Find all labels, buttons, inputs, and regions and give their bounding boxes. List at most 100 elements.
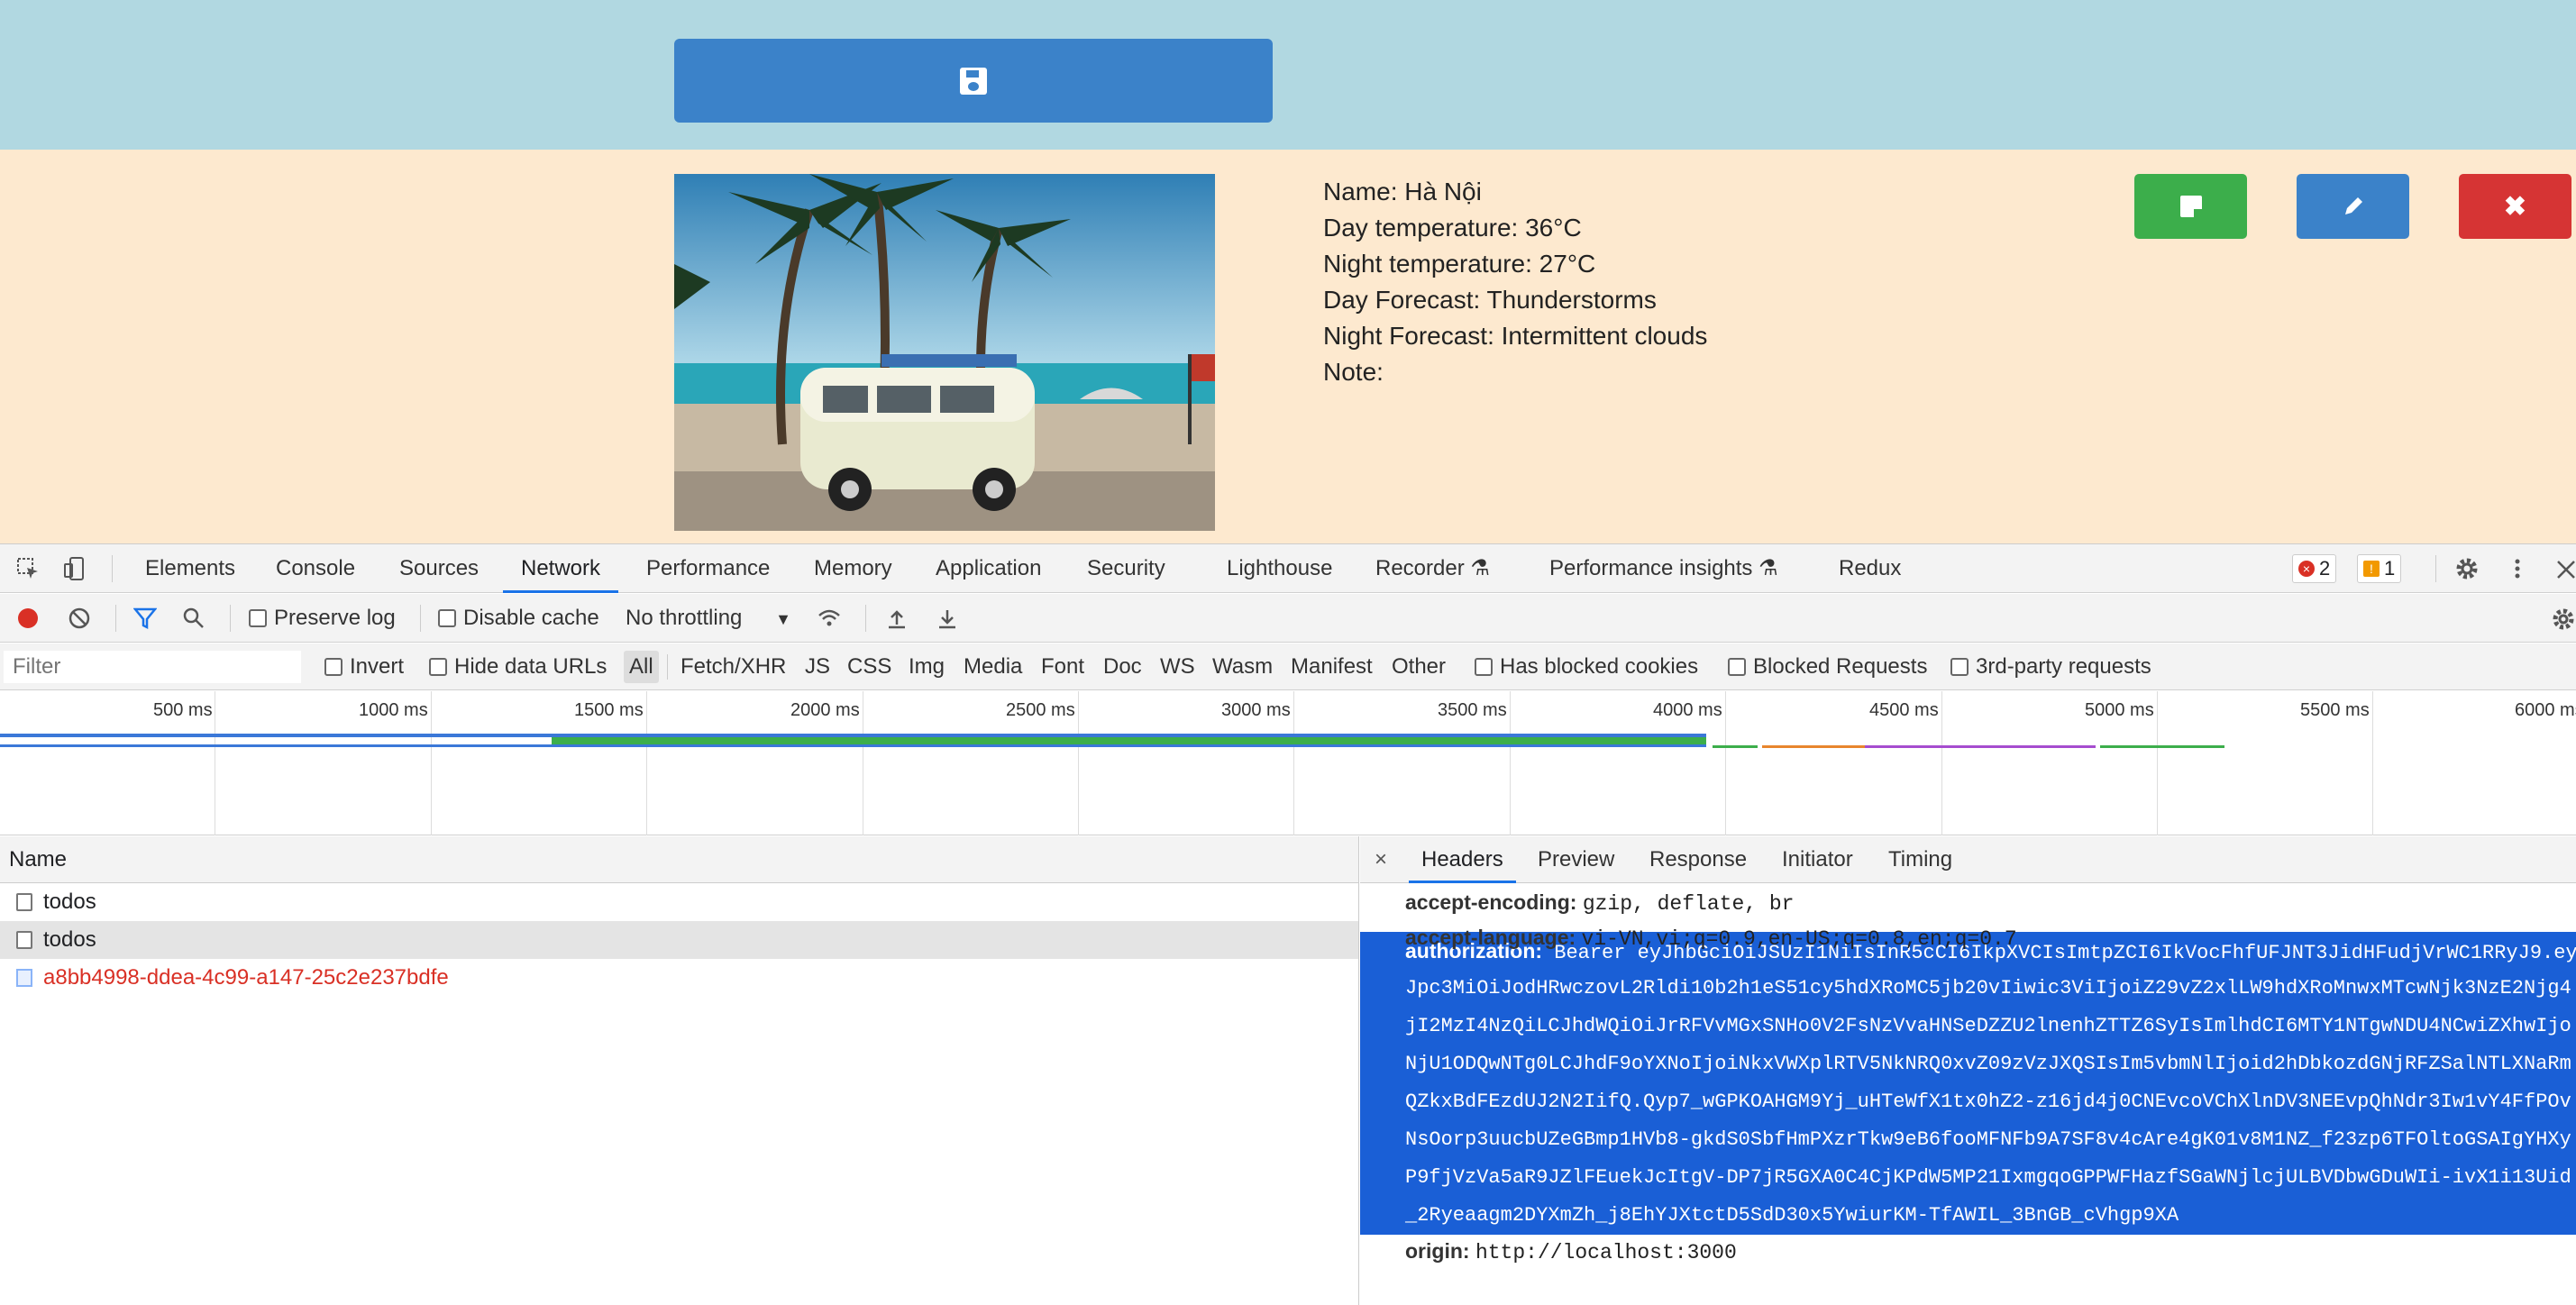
invert-label: Invert [350,654,405,679]
tick-label: 500 ms [153,700,213,720]
filter-type-css[interactable]: CSS [847,643,891,690]
third-party-requests-checkbox[interactable]: 3rd-party requests [1950,643,2151,690]
filter-input[interactable] [4,651,301,683]
checkbox[interactable] [438,609,456,627]
filter-type-wasm[interactable]: Wasm [1212,643,1273,690]
tab-preview[interactable]: Preview [1538,836,1614,883]
tab-redux[interactable]: Redux [1839,544,1901,593]
preserve-log-checkbox[interactable]: Preserve log [249,594,396,643]
header-key: accept-language: [1405,926,1576,949]
tab-recorder[interactable]: Recorder ⚗ [1375,544,1490,593]
filter-type-js[interactable]: JS [805,643,830,690]
divider [230,605,231,632]
tab-response[interactable]: Response [1649,836,1747,883]
request-row[interactable]: a8bb4998-ddea-4c99-a147-25c2e237bdfe [0,959,1358,997]
filter-type-font[interactable]: Font [1041,643,1084,690]
import-har-icon[interactable] [885,607,909,630]
clear-icon[interactable] [68,607,91,630]
tab-application[interactable]: Application [936,544,1041,593]
note-button[interactable] [2134,174,2247,239]
save-button[interactable] [674,39,1273,123]
flask-icon: ⚗ [1758,556,1778,580]
tab-performance[interactable]: Performance [646,544,770,593]
checkbox[interactable] [249,609,267,627]
request-name: a8bb4998-ddea-4c99-a147-25c2e237bdfe [43,965,449,990]
tab-elements[interactable]: Elements [145,544,235,593]
checkbox[interactable] [1950,658,1969,676]
filter-type-doc[interactable]: Doc [1103,643,1142,690]
gear-icon[interactable] [2453,555,2480,582]
record-icon[interactable] [16,607,40,630]
network-conditions-icon[interactable] [818,607,841,630]
export-har-icon[interactable] [936,607,959,630]
tab-sources[interactable]: Sources [399,544,479,593]
delete-button[interactable]: ✖ [2459,174,2571,239]
tab-memory[interactable]: Memory [814,544,892,593]
header-accept-encoding: accept-encoding: gzip, deflate, br [1360,890,2576,916]
inspect-element-icon[interactable] [16,557,40,580]
third-party-requests-label: 3rd-party requests [1976,654,2151,679]
tab-initiator[interactable]: Initiator [1782,836,1853,883]
request-row[interactable]: todos [0,883,1358,921]
filter-type-media[interactable]: Media [964,643,1022,690]
tick-label: 3000 ms [1221,700,1291,720]
edit-button[interactable] [2297,174,2409,239]
divider [115,605,116,632]
search-icon[interactable] [182,607,206,630]
hide-data-urls-checkbox[interactable]: Hide data URLs [429,643,607,690]
blocked-requests-checkbox[interactable]: Blocked Requests [1728,643,1927,690]
filter-icon[interactable] [133,607,157,630]
details-tab-bar: × Headers Preview Response Initiator Tim… [1360,836,2576,883]
header-key: origin: [1405,1239,1470,1263]
blocked-requests-label: Blocked Requests [1753,654,1928,679]
request-name: todos [43,927,96,952]
network-settings-gear-icon[interactable] [2551,607,2576,632]
header-authorization-selected[interactable]: authorization: Bearer eyJhbGciOiJSUzI1Ni… [1360,932,2576,1235]
close-details-icon[interactable]: × [1375,836,1387,883]
tab-lighthouse[interactable]: Lighthouse [1227,544,1332,593]
warning-icon: ! [2363,561,2380,577]
throttling-value: No throttling [626,606,743,630]
filter-type-manifest[interactable]: Manifest [1291,643,1373,690]
request-name: todos [43,890,96,914]
network-timeline-overview[interactable]: 500 ms 1000 ms 1500 ms 2000 ms 2500 ms 3… [0,691,2576,835]
auth-line: Jpc3MiOiJodHRwczovL2Rldi10b2h1eS51cy5hdX… [1405,977,2571,999]
tab-network[interactable]: Network [503,544,619,593]
auth-line: QZkxBdFEzdUJ2N2IifQ.Qyp7_wGPKOAHGM9Yj_uH… [1405,1091,2571,1113]
throttling-select[interactable]: No throttling ▼ [626,594,791,643]
city-photo [674,174,1215,531]
tab-security[interactable]: Security [1087,544,1165,593]
disable-cache-checkbox[interactable]: Disable cache [438,594,599,643]
checkbox[interactable] [429,658,447,676]
filter-type-all[interactable]: All [624,651,659,683]
checkbox[interactable] [324,658,343,676]
has-blocked-cookies-checkbox[interactable]: Has blocked cookies [1475,643,1698,690]
checkbox[interactable] [1475,658,1493,676]
city-details: Name: Hà Nội Day temperature: 36°C Night… [1323,174,1707,390]
filter-type-other[interactable]: Other [1392,643,1446,690]
divider [2435,555,2436,582]
invert-checkbox[interactable]: Invert [324,643,404,690]
timeline-bar [1762,745,1865,748]
grid-line [1078,691,1079,835]
filter-type-img[interactable]: Img [909,643,945,690]
filter-type-ws[interactable]: WS [1160,643,1195,690]
city-note: Note: [1323,358,1384,386]
device-toolbar-icon[interactable] [63,557,87,580]
header-value: gzip, deflate, br [1582,892,1795,916]
tab-timing[interactable]: Timing [1888,836,1952,883]
column-header-name[interactable]: Name [0,836,1358,883]
tab-console[interactable]: Console [276,544,355,593]
tab-recorder-label: Recorder [1375,556,1465,580]
warning-count-badge[interactable]: ! 1 [2357,554,2402,583]
checkbox[interactable] [1728,658,1746,676]
close-icon: ✖ [2503,191,2527,222]
filter-type-fetch-xhr[interactable]: Fetch/XHR [681,643,786,690]
request-row[interactable]: todos [0,921,1358,959]
error-count-badge[interactable]: × 2 [2292,554,2337,583]
tab-headers[interactable]: Headers [1409,836,1516,883]
more-options-icon[interactable] [2506,557,2529,580]
tab-performance-insights[interactable]: Performance insights ⚗ [1549,544,1778,593]
app-header-bar [0,0,2576,150]
close-devtools-icon[interactable] [2554,557,2576,580]
